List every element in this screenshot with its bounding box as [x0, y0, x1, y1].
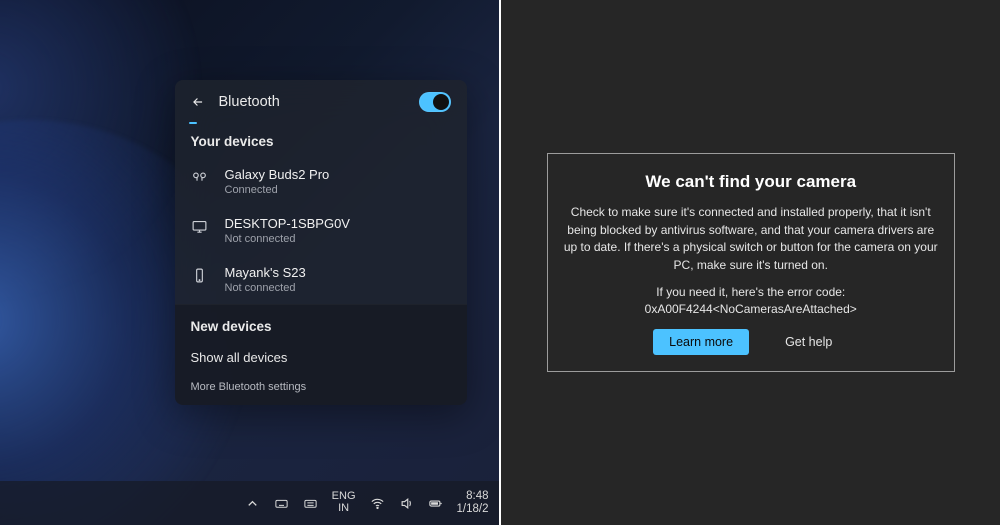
wifi-button[interactable]: [370, 496, 385, 511]
device-status: Not connected: [225, 233, 350, 245]
clock-date: 1/18/2: [457, 503, 489, 516]
panel-footer: New devices Show all devices More Blueto…: [175, 304, 467, 405]
device-name: Galaxy Buds2 Pro: [225, 167, 330, 182]
error-code-block: If you need it, here's the error code: 0…: [564, 284, 938, 319]
error-body: Check to make sure it's connected and in…: [564, 204, 938, 318]
device-status: Connected: [225, 184, 330, 196]
camera-app-error-screenshot: We can't find your camera Check to make …: [501, 0, 1000, 525]
arrow-left-icon: [191, 95, 205, 109]
get-help-button[interactable]: Get help: [769, 329, 848, 355]
volume-button[interactable]: [399, 496, 414, 511]
learn-more-button[interactable]: Learn more: [653, 329, 749, 355]
device-row-desktop[interactable]: DESKTOP-1SBPG0V Not connected: [175, 206, 467, 255]
panel-header: Bluetooth: [175, 80, 467, 122]
panel-title: Bluetooth: [219, 94, 419, 110]
battery-button[interactable]: [428, 496, 443, 511]
your-devices-heading: Your devices: [175, 124, 467, 157]
bluetooth-panel: Bluetooth Your devices Galaxy Buds2 Pro …: [175, 80, 467, 405]
device-row-phone[interactable]: Mayank's S23 Not connected: [175, 255, 467, 304]
error-message: Check to make sure it's connected and in…: [564, 204, 938, 274]
keyboard-icon: [303, 496, 318, 511]
clock-time: 8:48: [457, 490, 489, 503]
device-status: Not connected: [225, 282, 306, 294]
chevron-up-icon: [245, 496, 260, 511]
touch-keyboard-button[interactable]: [274, 496, 289, 511]
bluetooth-toggle[interactable]: [419, 92, 451, 112]
clock[interactable]: 8:48 1/18/2: [457, 490, 489, 515]
battery-icon: [428, 496, 443, 511]
language-bottom: IN: [332, 503, 356, 515]
camera-error-box: We can't find your camera Check to make …: [547, 153, 955, 371]
keyboard-layout-button[interactable]: [303, 496, 318, 511]
language-indicator[interactable]: ENG IN: [332, 491, 356, 514]
error-code-prefix: If you need it, here's the error code:: [656, 285, 845, 299]
bluetooth-quick-settings-screenshot: Bluetooth Your devices Galaxy Buds2 Pro …: [0, 0, 499, 525]
error-code: 0xA00F4244<NoCamerasAreAttached>: [645, 302, 857, 316]
system-tray: ENG IN 8:48 1/18/2: [245, 490, 489, 515]
more-bluetooth-settings-link[interactable]: More Bluetooth settings: [175, 373, 467, 401]
device-name: DESKTOP-1SBPG0V: [225, 216, 350, 231]
wifi-icon: [370, 496, 385, 511]
toggle-knob: [433, 94, 449, 110]
device-row-galaxy-buds2-pro[interactable]: Galaxy Buds2 Pro Connected: [175, 157, 467, 206]
error-title: We can't find your camera: [564, 172, 938, 192]
device-name: Mayank's S23: [225, 265, 306, 280]
back-button[interactable]: [189, 93, 207, 111]
volume-icon: [399, 496, 414, 511]
taskbar: ENG IN 8:48 1/18/2: [0, 481, 499, 525]
show-all-devices-button[interactable]: Show all devices: [175, 342, 467, 373]
phone-icon: [191, 266, 209, 284]
keyboard-icon: [274, 496, 289, 511]
pc-icon: [191, 217, 209, 235]
error-actions: Learn more Get help: [564, 329, 938, 355]
new-devices-heading: New devices: [175, 313, 467, 342]
tray-overflow-button[interactable]: [245, 496, 260, 511]
earbuds-icon: [191, 168, 209, 186]
